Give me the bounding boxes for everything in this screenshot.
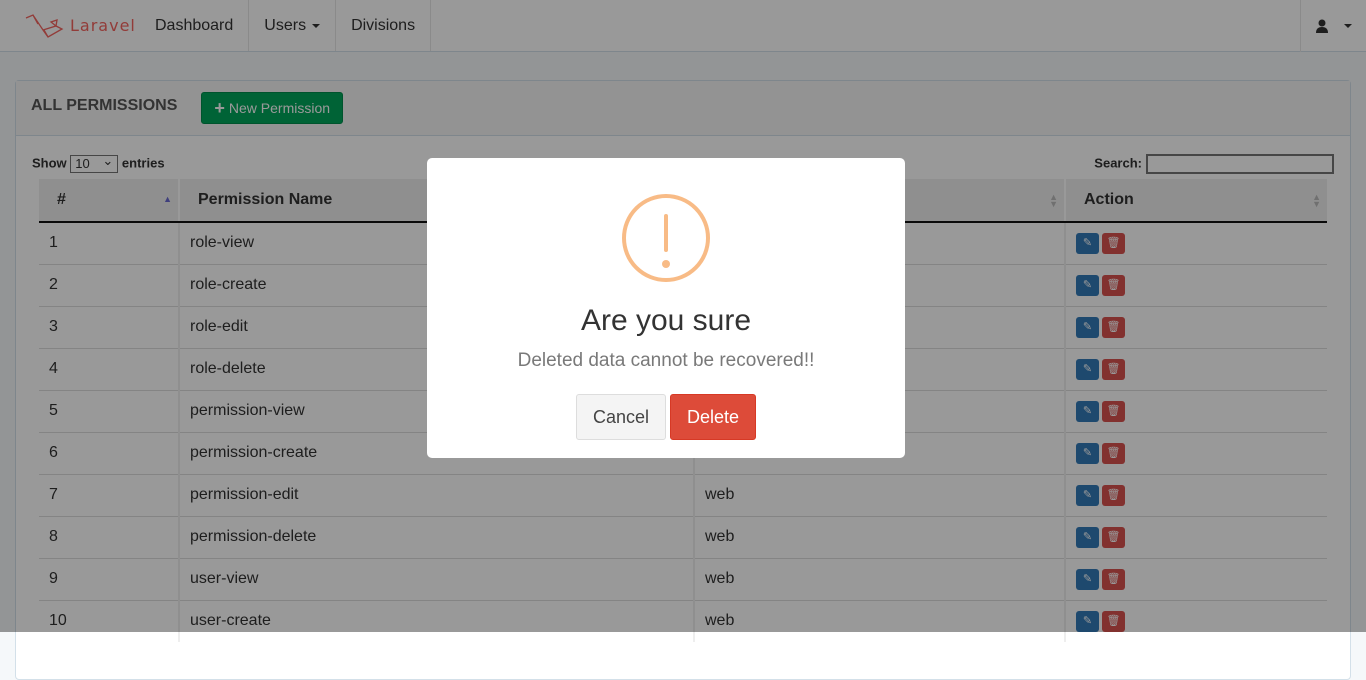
warning-icon (622, 194, 710, 282)
dialog-text: Deleted data cannot be recovered!! (517, 350, 815, 371)
dialog-title: Are you sure (580, 304, 752, 337)
delete-button[interactable]: Delete (670, 394, 756, 440)
cancel-button[interactable]: Cancel (576, 394, 666, 440)
confirm-dialog: Are you sure Deleted data cannot be reco… (427, 158, 905, 458)
